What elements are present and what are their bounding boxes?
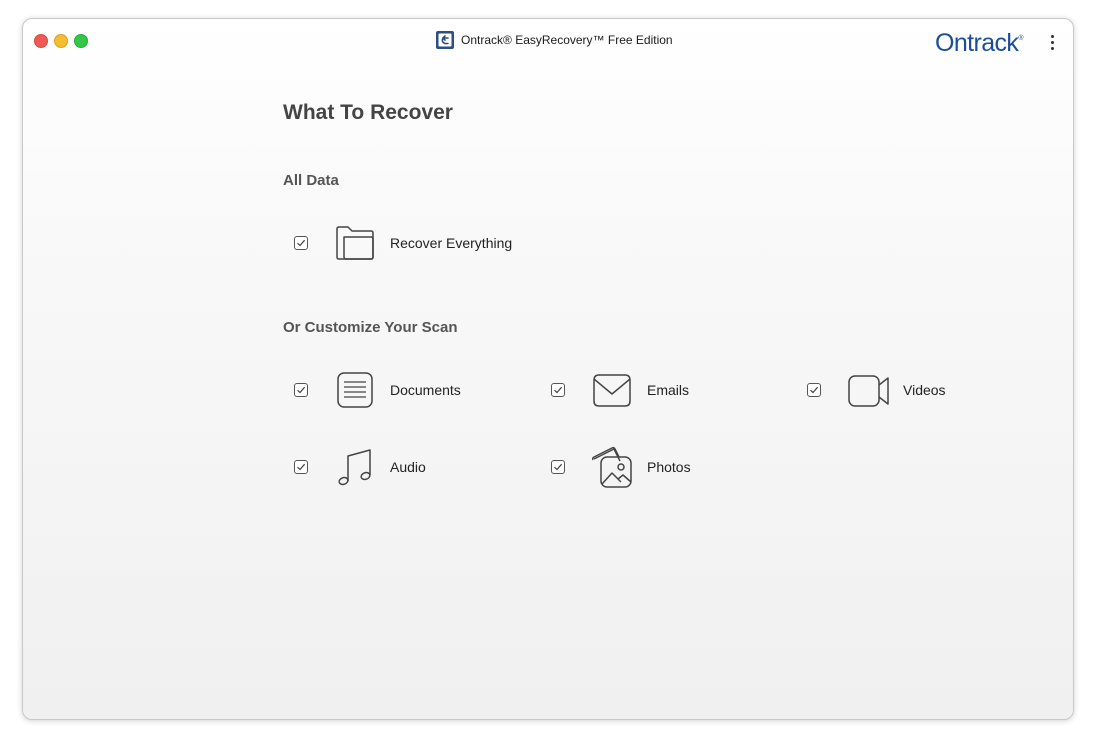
option-photos[interactable]: Photos: [540, 445, 691, 489]
window-title-bar: Ontrack® EasyRecovery™ Free Edition: [435, 30, 673, 50]
option-recover-everything[interactable]: Recover Everything: [283, 221, 512, 265]
email-icon: [593, 374, 631, 407]
zoom-window-button[interactable]: [74, 34, 88, 48]
folder-icon: [336, 226, 374, 260]
option-audio[interactable]: Audio: [283, 445, 426, 489]
document-icon: [337, 372, 373, 408]
videos-label: Videos: [903, 382, 946, 398]
documents-label: Documents: [390, 382, 461, 398]
documents-checkbox[interactable]: [294, 383, 308, 397]
option-emails[interactable]: Emails: [540, 368, 689, 412]
window-title: Ontrack® EasyRecovery™ Free Edition: [461, 33, 673, 47]
close-window-button[interactable]: [34, 34, 48, 48]
recover-everything-checkbox[interactable]: [294, 236, 308, 250]
easyrecovery-app-icon: [436, 31, 454, 49]
emails-label: Emails: [647, 382, 690, 398]
option-videos[interactable]: Videos: [796, 368, 946, 412]
all-data-section-title: All Data: [283, 172, 339, 189]
recover-everything-label: Recover Everything: [390, 235, 513, 251]
photos-label: Photos: [647, 459, 691, 475]
emails-checkbox[interactable]: [551, 383, 565, 397]
brand-name: Ontrack: [935, 29, 1019, 57]
minimize-window-button[interactable]: [54, 34, 68, 48]
photos-checkbox[interactable]: [551, 460, 565, 474]
option-documents[interactable]: Documents: [283, 368, 461, 412]
ontrack-logo: Ontrack®: [935, 29, 1024, 58]
brand-registered-mark: ®: [1018, 35, 1024, 42]
customize-scan-section-title: Or Customize Your Scan: [283, 319, 458, 336]
videos-checkbox[interactable]: [807, 383, 821, 397]
app-window: Ontrack® EasyRecovery™ Free Edition Ontr…: [22, 18, 1074, 720]
video-camera-icon: [848, 375, 889, 407]
photos-icon: [591, 446, 632, 488]
page-title: What To Recover: [283, 101, 453, 124]
audio-label: Audio: [390, 459, 426, 475]
music-note-icon: [338, 449, 371, 486]
more-options-menu-button[interactable]: [1043, 35, 1061, 55]
audio-checkbox[interactable]: [294, 460, 308, 474]
